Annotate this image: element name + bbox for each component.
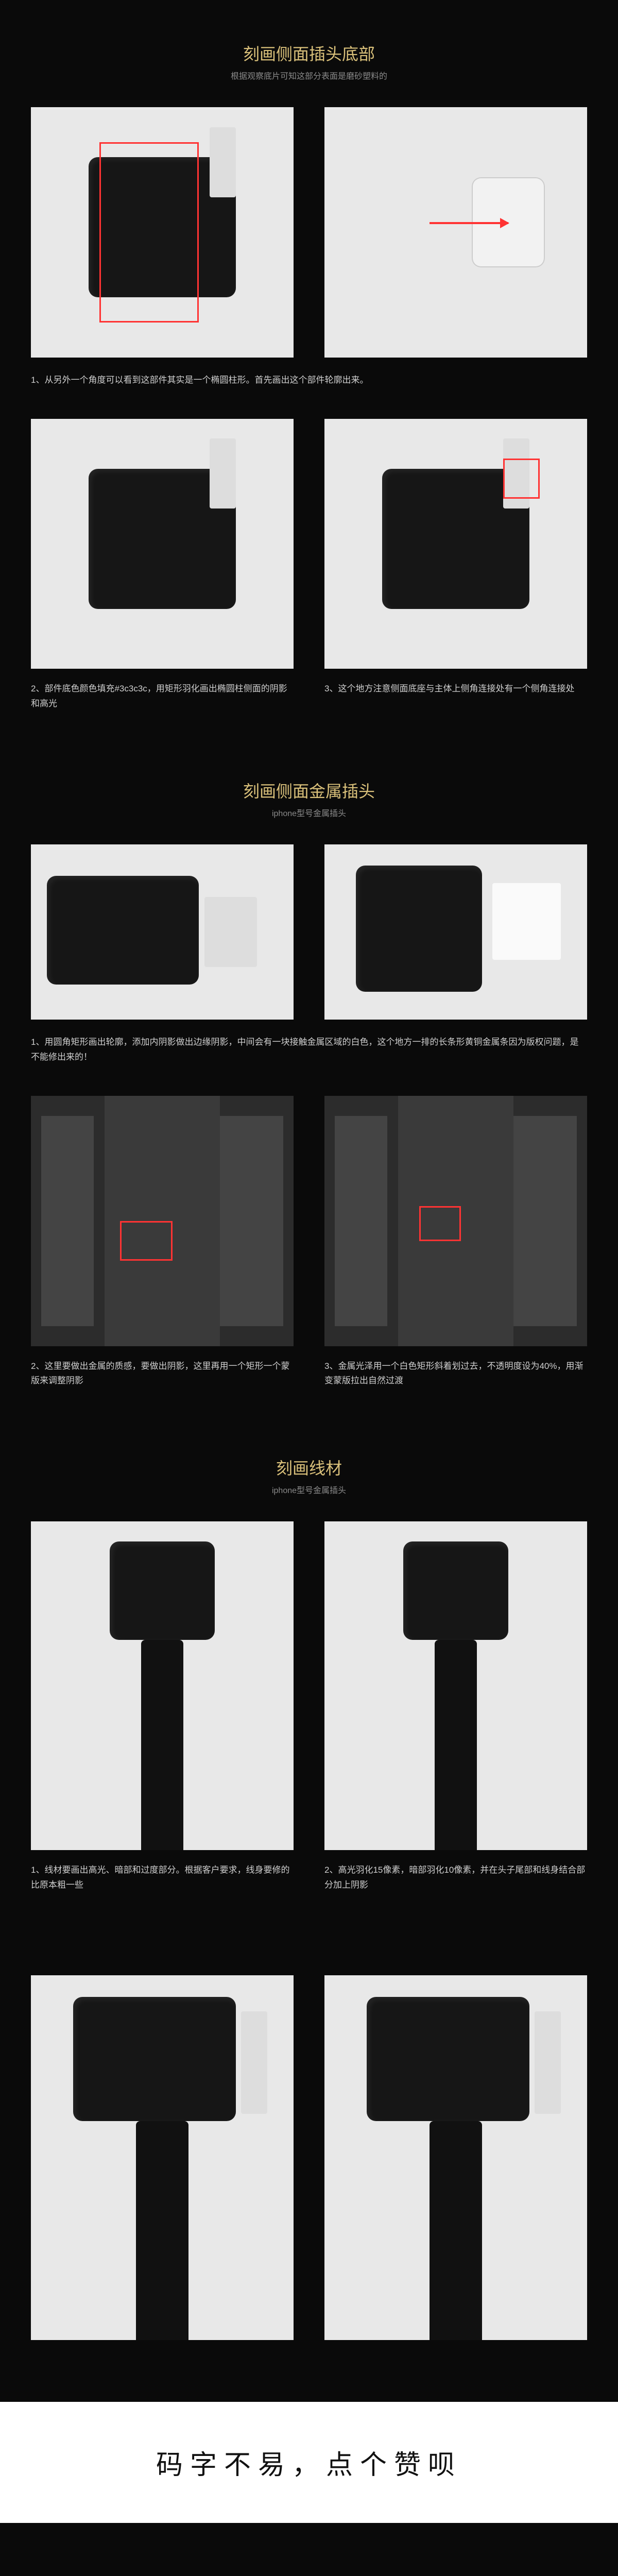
section3-sub: iphone型号金属插头 — [31, 1483, 587, 1496]
section2-caption-1: 1、用圆角矩形画出轮廓，添加内阴影做出边缘阴影，中间会有一块接触金属区域的白色，… — [31, 1035, 587, 1065]
plug-body-dark-4 — [47, 876, 199, 985]
ps-layers-panel — [220, 1116, 283, 1326]
section1-caption-3: 3、这个地方注意侧面底座与主体上侧角连接处有一个侧角连接处 — [324, 682, 587, 697]
red-highlight-box — [99, 142, 199, 323]
final-compare-after — [324, 1975, 587, 2340]
final-plug-right — [367, 1997, 529, 2121]
section1-title: 刻画侧面插头底部 — [31, 41, 587, 65]
section2-photoshop-right — [324, 1096, 587, 1346]
red-highlight-box-3 — [120, 1221, 173, 1261]
final-compare-before — [31, 1975, 294, 2340]
ps-toolbar — [41, 1116, 94, 1326]
section2-image-metal-light — [324, 844, 587, 1020]
section2-image-metal-dark — [31, 844, 294, 1020]
section2-title: 刻画侧面金属插头 — [31, 778, 587, 802]
ps-toolbar-2 — [335, 1116, 387, 1326]
photoshop-ui-2 — [324, 1096, 587, 1346]
section2-caption-2: 2、这里要做出金属的质感，要做出阴影，这里再用一个矩形一个蒙版来调整阴影 — [31, 1359, 294, 1389]
final-tip-left — [241, 2011, 267, 2113]
cable-right — [435, 1640, 477, 1850]
photoshop-ui — [31, 1096, 294, 1346]
plug-head-right — [403, 1541, 508, 1640]
metal-tip — [210, 127, 236, 197]
cable-left — [141, 1640, 183, 1850]
section1-image-fill — [31, 419, 294, 669]
ps-layers-panel-2 — [513, 1116, 576, 1326]
plug-head-left — [110, 1541, 215, 1640]
section3-caption-2: 2、高光羽化15像素，暗部羽化10像素，并在头子尾部和线身结合部分加上阴影 — [324, 1863, 587, 1893]
section2-caption-3: 3、金属光泽用一个白色矩形斜着划过去，不透明度设为40%，用渐变蒙版拉出自然过渡 — [324, 1359, 587, 1389]
footer-cta: 码字不易，点个赞呗 — [0, 2402, 618, 2523]
final-tip-right — [535, 2011, 561, 2113]
section3-caption-1: 1、线材要画出高光、暗部和过度部分。根据客户要求，线身要修的比原本粗一些 — [31, 1863, 294, 1893]
section3-title: 刻画线材 — [31, 1455, 587, 1479]
section1-image-left-angle — [31, 107, 294, 358]
red-highlight-box-4 — [419, 1206, 461, 1241]
final-cable-left — [136, 2121, 188, 2340]
red-arrow — [430, 222, 508, 224]
section1-image-corner — [324, 419, 587, 669]
section1-caption-1: 1、从另外一个角度可以看到这部件其实是一个椭圆柱形。首先画出这个部件轮廓出来。 — [31, 373, 587, 388]
metal-tip-2 — [210, 438, 236, 509]
section2-photoshop-left — [31, 1096, 294, 1346]
final-plug-left — [73, 1997, 236, 2121]
section3-image-cable-right — [324, 1521, 587, 1850]
section3-image-cable-left — [31, 1521, 294, 1850]
section1-image-right-angle — [324, 107, 587, 358]
final-cable-right — [430, 2121, 482, 2340]
red-highlight-box-2 — [503, 459, 540, 499]
metal-tip-white — [492, 883, 561, 960]
section1-caption-2: 2、部件底色颜色填充#3c3c3c，用矩形羽化画出椭圆柱侧面的阴影和高光 — [31, 682, 294, 711]
metal-tip-wide — [204, 897, 257, 967]
plug-body-dark-5 — [356, 866, 482, 992]
section1-sub: 根据观察底片可知这部分表面是磨砂塑料的 — [31, 69, 587, 81]
section2-sub: iphone型号金属插头 — [31, 806, 587, 819]
